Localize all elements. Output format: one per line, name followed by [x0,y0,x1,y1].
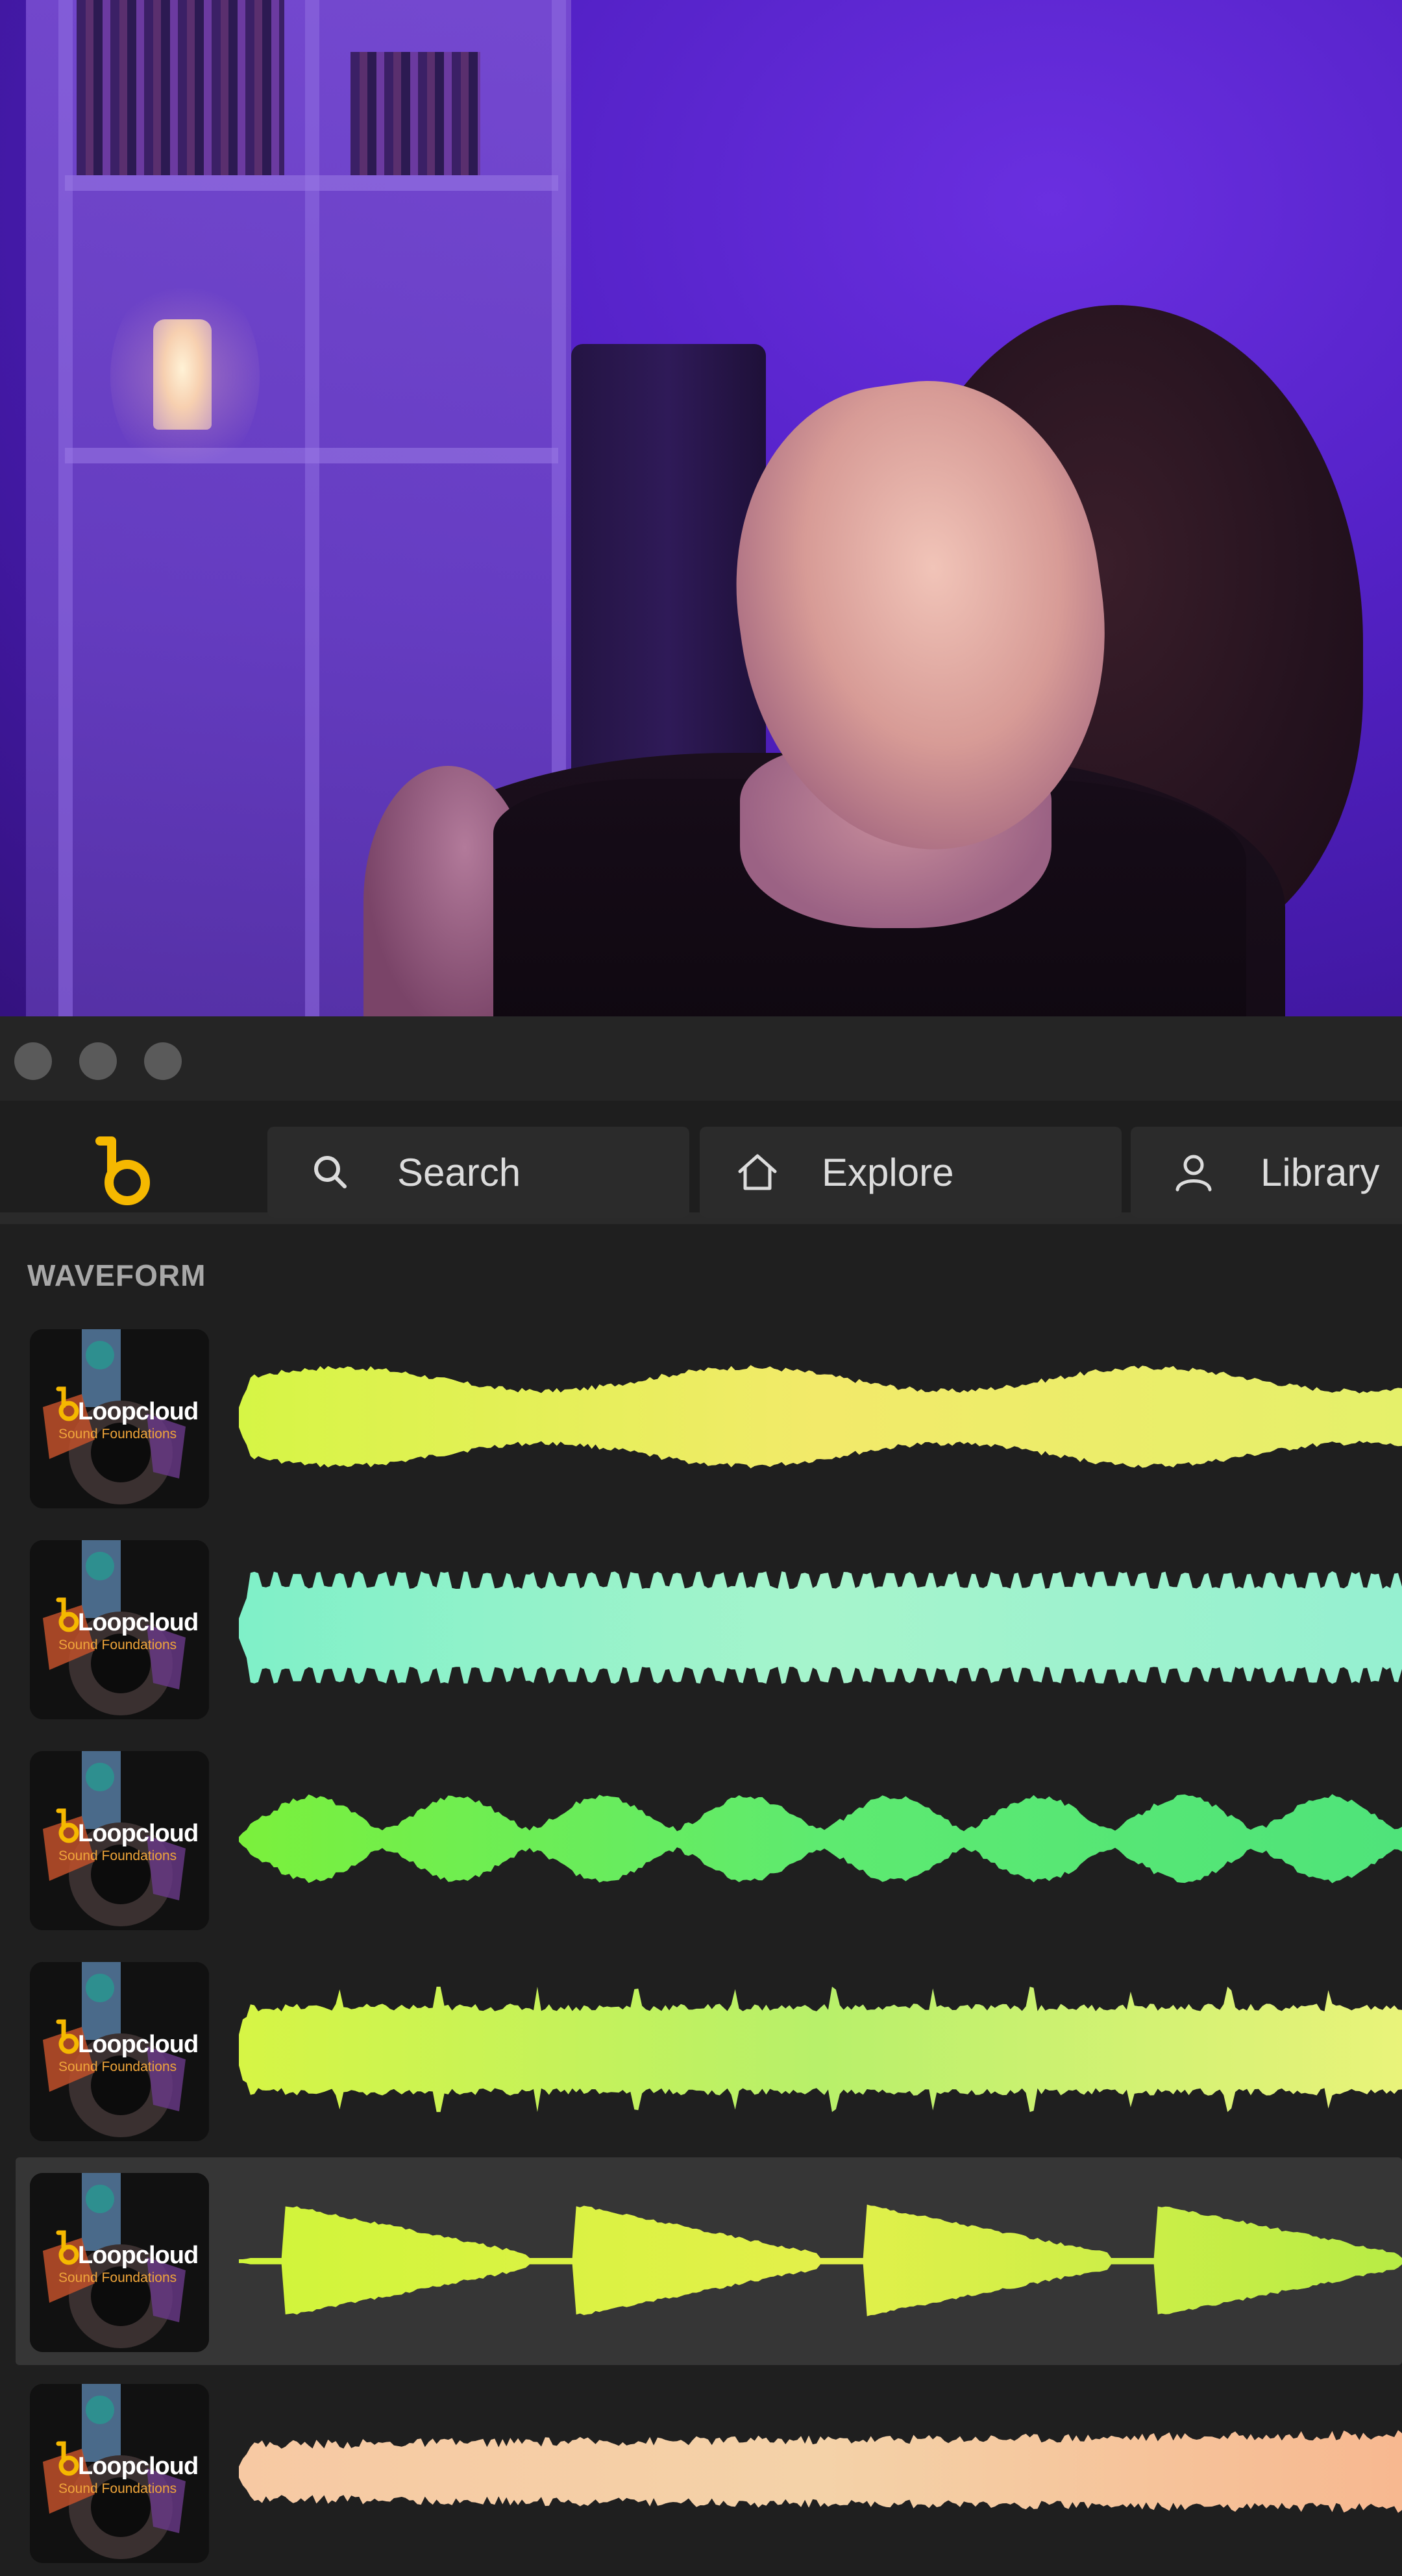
home-icon [738,1154,777,1190]
shelf-board [65,175,558,191]
close-window-button[interactable] [14,1042,52,1080]
cover-pack-text: Sound Foundations [58,1848,177,1863]
waveform-shape [239,2430,1402,2513]
books [350,52,480,175]
waveform[interactable] [239,2196,1402,2326]
sample-cover-art[interactable]: Loopcloud Sound Foundations [30,2384,209,2563]
sample-cover-art[interactable]: Loopcloud Sound Foundations [30,1751,209,1930]
cover-pack-text: Sound Foundations [58,2059,177,2074]
section-title: WAVEFORM [27,1258,206,1292]
waveform-shape [239,1571,1402,1684]
waveform[interactable] [239,2407,1402,2537]
nav-library-label: Library [1261,1150,1380,1194]
zoom-window-button[interactable] [144,1042,182,1080]
nav-search-button[interactable]: Search [267,1127,689,1218]
loopcloud-logo-icon[interactable] [78,1127,161,1210]
books [77,0,284,175]
app-window: Search Explore Library WAVEFORM Loopclou… [0,1016,1402,2563]
cover-brand-text: Loopcloud [78,2242,199,2269]
nav-bar: Search Explore Library [0,1101,1402,1224]
sample-cover-art[interactable]: Loopcloud Sound Foundations [30,1962,209,2141]
waveform-shape [239,2204,1402,2316]
sample-row[interactable]: Loopcloud Sound Foundations [16,1525,1402,1732]
cover-brand-text: Loopcloud [78,2453,199,2480]
waveform-shape [239,1794,1402,1883]
waveform[interactable] [239,1353,1402,1482]
sample-cover-art[interactable]: Loopcloud Sound Foundations [30,2173,209,2352]
sample-row[interactable]: Loopcloud Sound Foundations [16,2368,1402,2576]
nav-explore-label: Explore [822,1150,954,1194]
sample-cover-art[interactable]: Loopcloud Sound Foundations [30,1540,209,1719]
sample-row[interactable]: Loopcloud Sound Foundations [16,1736,1402,1943]
shelf-divider [58,0,73,1016]
sample-cover-art[interactable]: Loopcloud Sound Foundations [30,1329,209,1508]
minimize-window-button[interactable] [79,1042,117,1080]
cover-pack-text: Sound Foundations [58,1638,177,1652]
waveform[interactable] [239,1774,1402,1904]
title-bar [0,1016,1402,1101]
cover-brand-text: Loopcloud [78,2031,199,2058]
search-icon [314,1156,347,1188]
sample-row[interactable]: Loopcloud Sound Foundations [16,2157,1402,2365]
nav-search-label: Search [397,1150,521,1194]
sample-row[interactable]: Loopcloud Sound Foundations [16,1314,1402,1521]
user-icon [1175,1155,1212,1192]
shelf-divider [305,0,319,1016]
cover-pack-text: Sound Foundations [58,2481,177,2496]
nav-explore-button[interactable]: Explore [700,1127,1122,1218]
webcam-video [0,0,1402,1016]
lamp [153,319,212,430]
waveform-shape [239,1987,1402,2113]
waveform[interactable] [239,1985,1402,2115]
waveform-shape [239,1365,1402,1469]
cover-pack-text: Sound Foundations [58,2270,177,2285]
cover-brand-text: Loopcloud [78,1398,199,1425]
cover-pack-text: Sound Foundations [58,1427,177,1441]
cover-brand-text: Loopcloud [78,1820,199,1847]
sample-row[interactable]: Loopcloud Sound Foundations [16,1946,1402,2154]
nav-library-button[interactable]: Library [1131,1127,1402,1218]
cover-brand-text: Loopcloud [78,1609,199,1636]
waveform[interactable] [239,1564,1402,1693]
